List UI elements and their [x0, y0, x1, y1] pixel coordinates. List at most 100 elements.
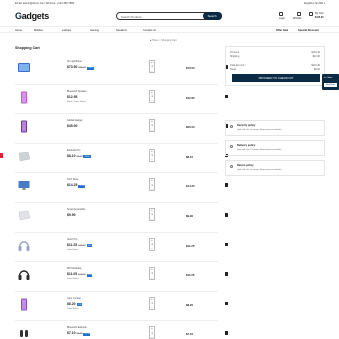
- product-image[interactable]: [17, 209, 31, 222]
- price-current: $7.10: [67, 331, 76, 336]
- discount-badge: -6%: [86, 244, 93, 248]
- product-price: $35.00: [67, 124, 77, 128]
- product-note: Limo Select: [67, 248, 79, 251]
- qty-decrease-button[interactable]: −: [150, 247, 154, 251]
- product-name[interactable]: Smart Accessible: [67, 208, 85, 211]
- product-image[interactable]: [17, 268, 31, 281]
- buy-now-button[interactable]: Buy Now: [324, 83, 337, 87]
- cart-icon[interactable]: [309, 12, 313, 16]
- discount-badge: -10%: [83, 155, 91, 159]
- heart-icon[interactable]: [297, 12, 301, 16]
- product-name[interactable]: Bluetooth Speaker: [67, 90, 87, 93]
- left-edge-tab[interactable]: [0, 153, 3, 158]
- qty-decrease-button[interactable]: −: [150, 129, 154, 133]
- qty-decrease-button[interactable]: −: [150, 158, 154, 162]
- nav-item-contact[interactable]: Contact Us: [143, 29, 156, 32]
- product-image[interactable]: [17, 150, 31, 163]
- quantity-stepper[interactable]: + 1 −: [149, 267, 155, 281]
- quantity-stepper[interactable]: + 1 −: [149, 207, 155, 222]
- nav-special-discount[interactable]: Special Discount: [298, 29, 319, 32]
- product-name[interactable]: Tech Store: [67, 178, 78, 181]
- nav-item-home[interactable]: Home: [15, 29, 22, 32]
- qty-decrease-button[interactable]: −: [150, 218, 154, 222]
- nav-item-mobiles[interactable]: Mobiles: [34, 29, 43, 32]
- product-note: Limo Select: [67, 307, 79, 310]
- discount-badge: -14%: [86, 66, 94, 70]
- product-name[interactable]: Limo Lumber: [67, 297, 81, 300]
- qty-decrease-button[interactable]: −: [150, 99, 154, 103]
- quantity-stepper[interactable]: + 1 −: [149, 178, 155, 192]
- trash-icon[interactable]: [225, 94, 228, 99]
- locale-selector[interactable]: English ▾ $ USD ▾: [304, 2, 325, 5]
- quantity-stepper[interactable]: + 1 −: [149, 326, 155, 339]
- product-price: $8.20 -5%: [67, 301, 83, 307]
- line-total: $8.10: [186, 154, 193, 159]
- quantity-stepper[interactable]: + 1 −: [149, 296, 155, 310]
- price-old: $80.00: [78, 66, 86, 69]
- trash-icon[interactable]: [225, 212, 228, 217]
- user-icon[interactable]: [279, 12, 283, 16]
- product-price: $14.25 -25%: [67, 183, 86, 188]
- search-bar[interactable]: Search Products Search: [116, 12, 222, 21]
- product-name[interactable]: Air Lightframe: [67, 60, 82, 63]
- product-image[interactable]: [17, 298, 31, 311]
- policy-desc: (edit with the Customer Reassurance modu…: [237, 128, 282, 131]
- search-button[interactable]: Search: [202, 12, 222, 21]
- nav-item-speakers[interactable]: Speakers: [116, 29, 127, 32]
- summary-label: Total (tax incl.): [230, 64, 246, 67]
- qty-decrease-button[interactable]: −: [150, 306, 154, 310]
- quantity-stepper[interactable]: + 1 −: [149, 237, 155, 251]
- product-name[interactable]: Earbuds Pro: [67, 149, 80, 152]
- wishlist-label[interactable]: Wishlist: [293, 17, 301, 20]
- line-total: $35.00: [186, 125, 195, 130]
- quantity-stepper[interactable]: + 1 −: [149, 148, 155, 162]
- nav-item-laptops[interactable]: Laptops: [62, 29, 71, 32]
- trash-icon[interactable]: [225, 242, 228, 247]
- cart-value: $115.00: [315, 15, 324, 19]
- offers-popup[interactable]: ★ Offers Buy Now: [322, 74, 339, 90]
- policy-desc: (edit with the Customer Reassurance modu…: [237, 148, 282, 151]
- quantity-stepper[interactable]: + 1 −: [149, 119, 155, 133]
- search-input[interactable]: Search Products: [121, 15, 142, 19]
- line-total: $11.25: [186, 243, 195, 248]
- policy-title: Delivery policy: [237, 144, 256, 147]
- quantity-stepper[interactable]: + 1 −: [149, 89, 155, 103]
- top-bar: Email: admin@demo.com Toll Free: +123 45…: [0, 0, 339, 7]
- nav-offer-sale[interactable]: Offer Sale: [276, 29, 288, 32]
- cart-summary: 15 items $191.30 Shipping $10.00 Total (…: [225, 46, 325, 86]
- product-image[interactable]: [17, 91, 31, 104]
- discount-badge: -25%: [78, 184, 86, 188]
- line-total: $11.05: [186, 273, 195, 278]
- product-image[interactable]: [17, 327, 31, 339]
- qty-decrease-button[interactable]: −: [150, 188, 154, 192]
- product-image[interactable]: [17, 239, 31, 252]
- return-policy: Return policy (edit with the Customer Re…: [225, 160, 325, 176]
- product-price: $73.50$80.00 -14%: [67, 65, 94, 70]
- login-label[interactable]: Login: [279, 17, 285, 20]
- qty-decrease-button[interactable]: −: [150, 70, 154, 74]
- product-image[interactable]: [17, 61, 31, 74]
- main-nav: Home Mobiles Laptops Gaming Speakers Con…: [0, 26, 339, 33]
- breadcrumb-home[interactable]: Home: [152, 39, 158, 42]
- policy-desc: (edit with the Customer Reassurance modu…: [237, 168, 282, 171]
- product-name[interactable]: Global Gadget: [67, 119, 82, 122]
- trash-icon[interactable]: [225, 183, 228, 187]
- qty-decrease-button[interactable]: −: [150, 277, 154, 281]
- product-name[interactable]: MH Ultrabass: [67, 267, 81, 270]
- product-name[interactable]: Bluetooth Earbuds: [67, 326, 87, 329]
- price-current: $8.20: [67, 301, 76, 306]
- trash-icon[interactable]: [225, 272, 228, 276]
- summary-label: Shipping: [230, 55, 240, 58]
- quantity-stepper[interactable]: + 1 −: [149, 60, 155, 73]
- product-image[interactable]: [17, 120, 31, 133]
- product-name[interactable]: Sonic Pro: [67, 238, 77, 241]
- product-image[interactable]: [17, 179, 31, 192]
- checkout-button[interactable]: PROCEED TO CHECKOUT: [232, 74, 320, 82]
- breadcrumb-current: Shopping Cart: [161, 39, 177, 42]
- price-old: $9.00: [76, 154, 83, 158]
- nav-item-gaming[interactable]: Gaming: [90, 29, 99, 32]
- trash-icon[interactable]: [225, 301, 228, 306]
- trash-icon[interactable]: [225, 331, 228, 335]
- line-total: $8.20: [186, 302, 193, 307]
- logo[interactable]: Gadgets: [15, 11, 49, 21]
